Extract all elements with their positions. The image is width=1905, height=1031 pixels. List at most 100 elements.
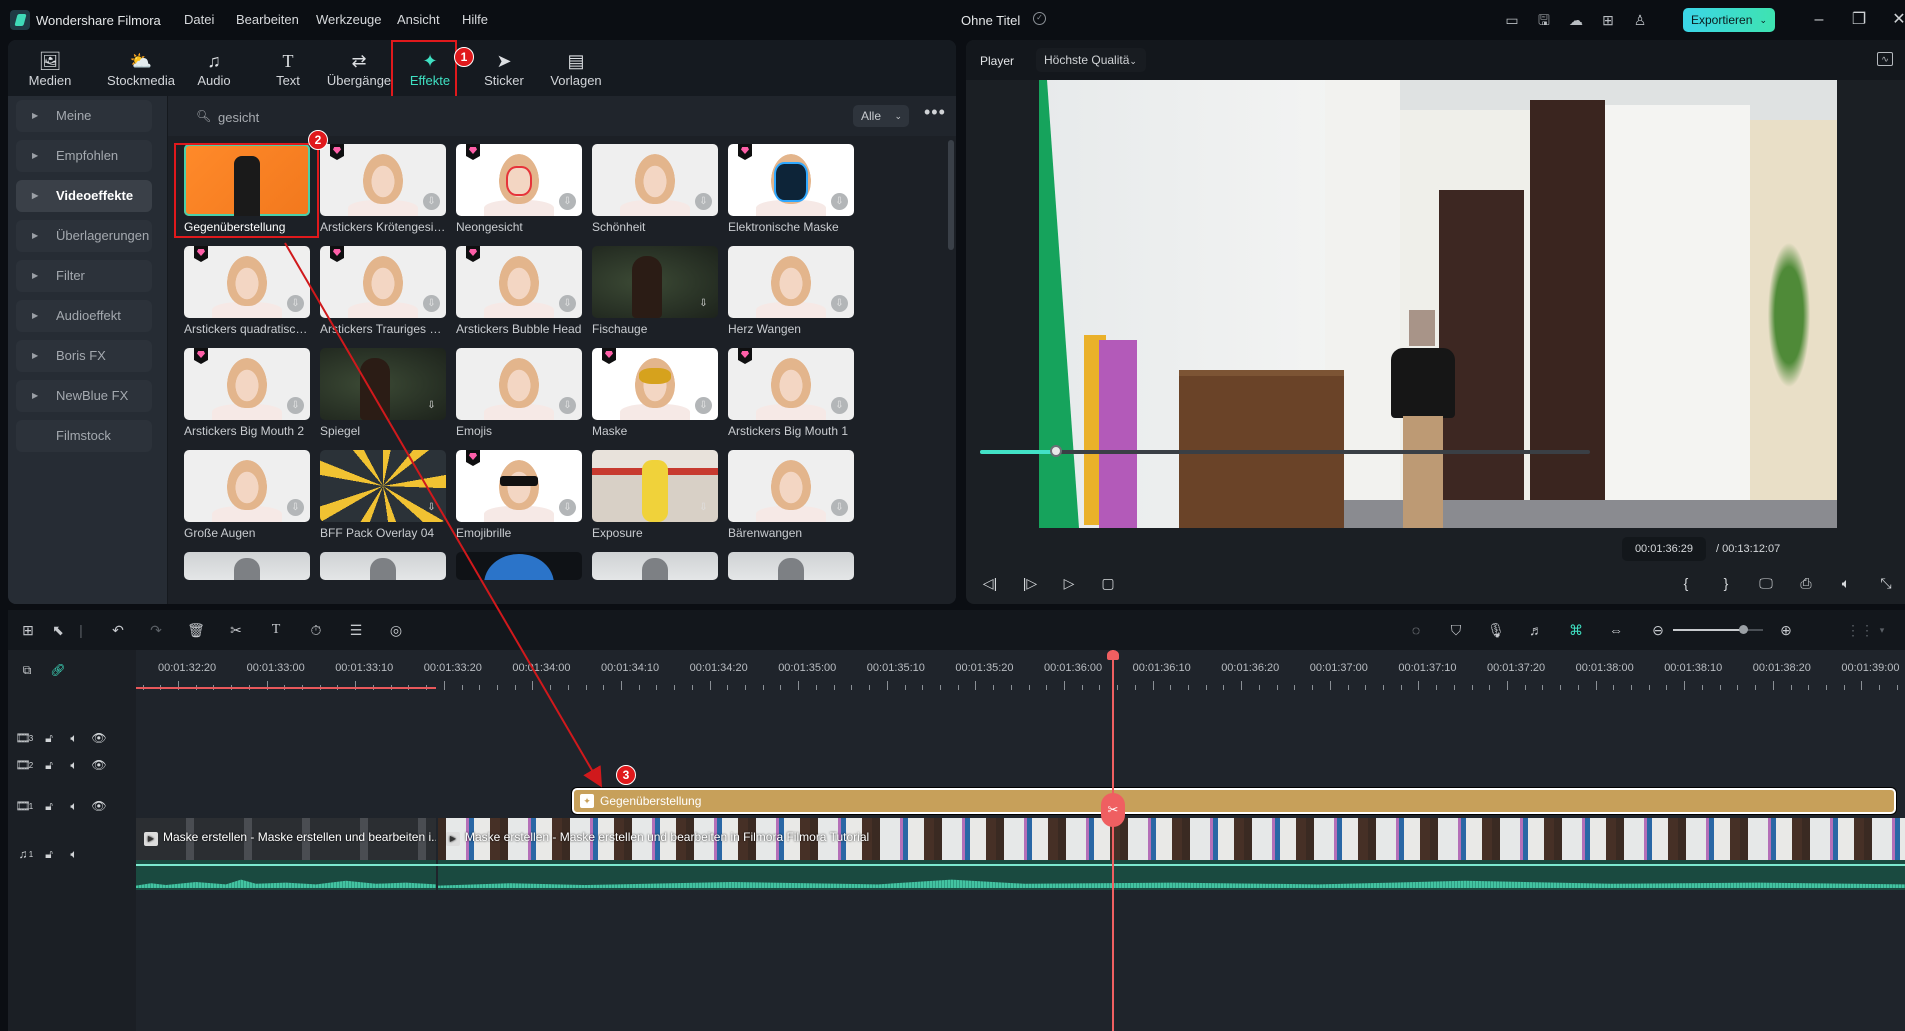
add-track-icon[interactable]: ⧉	[19, 662, 35, 678]
tab-sticker[interactable]: ➤ Sticker	[472, 40, 536, 96]
download-icon[interactable]: ⇩	[831, 295, 848, 312]
effect-card[interactable]: ⇩ Arstickers Big Mouth 1	[728, 348, 854, 438]
menu-hilfe[interactable]: Hilfe	[462, 12, 488, 27]
playhead[interactable]	[1112, 650, 1114, 1031]
toggle-visibility-icon[interactable]: 👁︎	[91, 757, 107, 773]
effect-card[interactable]: ⇩ Emojis	[456, 348, 582, 438]
export-button[interactable]: Exportieren ⌄	[1683, 8, 1775, 32]
download-icon[interactable]: ⇩	[559, 397, 576, 414]
layout-icon[interactable]: ▭	[1504, 12, 1520, 28]
effect-clip-gegenueberstellung[interactable]: ✦ Gegenüberstellung	[572, 788, 1896, 814]
download-icon[interactable]: ⇩	[287, 499, 304, 516]
cloud-upload-icon[interactable]: ☁	[1568, 12, 1584, 28]
download-icon[interactable]: ⇩	[559, 295, 576, 312]
restore-icon[interactable]: ❐	[1849, 10, 1869, 30]
effect-card[interactable]: ⇩ Maske	[592, 348, 718, 438]
menu-bearbeiten[interactable]: Bearbeiten	[236, 12, 299, 27]
mute-track-icon[interactable]: 🔈︎	[66, 846, 82, 862]
download-icon[interactable]: ⇩	[831, 397, 848, 414]
fullscreen-icon[interactable]: ⤡	[1876, 573, 1896, 593]
minimize-icon[interactable]: –	[1809, 10, 1829, 30]
effect-card[interactable]: ⇩ Arstickers Trauriges Ge...	[320, 246, 446, 336]
effect-card[interactable]: ⇩ Schönheit	[592, 144, 718, 234]
grid-scrollbar[interactable]	[948, 140, 954, 250]
close-icon[interactable]: ✕	[1889, 10, 1905, 30]
undo-icon[interactable]: ↶	[108, 620, 128, 640]
download-icon[interactable]: ⇩	[831, 193, 848, 210]
display-settings-icon[interactable]: 🖵	[1756, 573, 1776, 593]
sidebar-item-filter[interactable]: ▶ Filter	[16, 260, 152, 292]
effect-card[interactable]	[456, 552, 582, 580]
menu-werkzeuge[interactable]: Werkzeuge	[316, 12, 382, 27]
download-icon[interactable]: ⇩	[287, 295, 304, 312]
tab-audio[interactable]: ♫ Audio	[186, 40, 242, 96]
video-preview[interactable]	[1039, 80, 1837, 528]
effect-card[interactable]: ⇩ Fischauge	[592, 246, 718, 336]
lock-track-icon[interactable]: 🔓︎	[41, 798, 57, 814]
download-icon[interactable]: ⇩	[287, 397, 304, 414]
link-icon[interactable]: 🔗︎	[50, 662, 66, 678]
sidebar-item-empfohlen[interactable]: ▶ Empfohlen	[16, 140, 152, 172]
tab-uebergaenge[interactable]: ⇄ Übergänge	[322, 40, 396, 96]
effect-card[interactable]: ⇩ Arstickers quadratisch...	[184, 246, 310, 336]
effect-card[interactable]: ⇩ Arstickers Big Mouth 2	[184, 348, 310, 438]
stop-icon[interactable]: ▢	[1098, 573, 1118, 593]
download-icon[interactable]: ⇩	[423, 295, 440, 312]
effect-card[interactable]: ⇩ Elektronische Maske	[728, 144, 854, 234]
toggle-visibility-icon[interactable]: 👁︎	[91, 798, 107, 814]
sidebar-item-meine[interactable]: ▶ Meine	[16, 100, 152, 132]
sidebar-item-newblue-fx[interactable]: ▶ NewBlue FX	[16, 380, 152, 412]
prev-frame-icon[interactable]: ◁|	[980, 573, 1000, 593]
download-icon[interactable]: ⇩	[559, 193, 576, 210]
layout-grid-icon[interactable]: ⊞	[18, 620, 38, 640]
sidebar-item-boris-fx[interactable]: ▶ Boris FX	[16, 340, 152, 372]
quality-dropdown[interactable]: Höchste Qualitä⌄	[1036, 48, 1146, 72]
tab-stockmedia[interactable]: ⛅ Stockmedia	[98, 40, 184, 96]
effect-card[interactable]: ⇩ Bärenwangen	[728, 450, 854, 540]
playhead-handle[interactable]	[1107, 650, 1119, 660]
download-icon[interactable]: ⇩	[559, 499, 576, 516]
mute-track-icon[interactable]: 🔈︎	[66, 730, 82, 746]
download-icon[interactable]: ⇩	[695, 397, 712, 414]
download-icon[interactable]: ⇩	[423, 499, 440, 516]
playback-scrubber[interactable]	[980, 445, 1590, 457]
mute-track-icon[interactable]: 🔈︎	[66, 757, 82, 773]
more-options-icon[interactable]: •••	[924, 102, 946, 123]
download-icon[interactable]: ⇩	[695, 295, 712, 312]
effect-card[interactable]: ⇩ Arstickers Bubble Head	[456, 246, 582, 336]
effect-card[interactable]: ⇩ Spiegel	[320, 348, 446, 438]
search-input[interactable]	[218, 106, 618, 128]
video-clip-1[interactable]: ▶ Maske erstellen - Maske erstellen und b…	[136, 818, 436, 860]
effect-card[interactable]: ⇩ Arstickers Krötengesicht	[320, 144, 446, 234]
effect-card[interactable]: ⇩ Emojibrille	[456, 450, 582, 540]
effect-card[interactable]: ⇩ BFF Pack Overlay 04	[320, 450, 446, 540]
sidebar-item-ueberlagerungen[interactable]: ▶ Überlagerungen	[16, 220, 152, 252]
scopes-icon[interactable]: ∿	[1877, 52, 1893, 66]
download-icon[interactable]: ⇩	[423, 193, 440, 210]
snapshot-icon[interactable]: ⎙	[1796, 573, 1816, 593]
effect-card[interactable]	[320, 552, 446, 580]
sidebar-item-audioeffekt[interactable]: ▶ Audioeffekt	[16, 300, 152, 332]
mute-track-icon[interactable]: 🔈︎	[66, 798, 82, 814]
sidebar-item-filmstock[interactable]: Filmstock	[16, 420, 152, 452]
volume-icon[interactable]: 🔈︎	[1836, 573, 1856, 593]
menu-datei[interactable]: Datei	[184, 12, 214, 27]
download-icon[interactable]: ⇩	[695, 193, 712, 210]
play-icon[interactable]: ▷	[1059, 573, 1079, 593]
sidebar-item-videoeffekte[interactable]: ▶ Videoeffekte	[16, 180, 152, 212]
download-icon[interactable]: ⇩	[423, 397, 440, 414]
menu-ansicht[interactable]: Ansicht	[397, 12, 440, 27]
filter-dropdown[interactable]: Alle ⌄	[853, 105, 909, 127]
effect-card[interactable]: ⇩ Neongesicht	[456, 144, 582, 234]
effect-card[interactable]: ⇩ Exposure	[592, 450, 718, 540]
download-icon[interactable]: ⇩	[695, 499, 712, 516]
mark-in-icon[interactable]: {	[1676, 573, 1696, 593]
mark-out-icon[interactable]: }	[1716, 573, 1736, 593]
effect-card[interactable]: ⇩ Herz Wangen	[728, 246, 854, 336]
tab-medien[interactable]: 🖼 Medien	[22, 40, 78, 96]
apps-grid-icon[interactable]: ⊞	[1600, 12, 1616, 28]
effect-card[interactable]: ⇩ Große Augen	[184, 450, 310, 540]
lock-track-icon[interactable]: 🔓︎	[41, 846, 57, 862]
next-frame-icon[interactable]: |▷	[1020, 573, 1040, 593]
effect-card[interactable]	[728, 552, 854, 580]
